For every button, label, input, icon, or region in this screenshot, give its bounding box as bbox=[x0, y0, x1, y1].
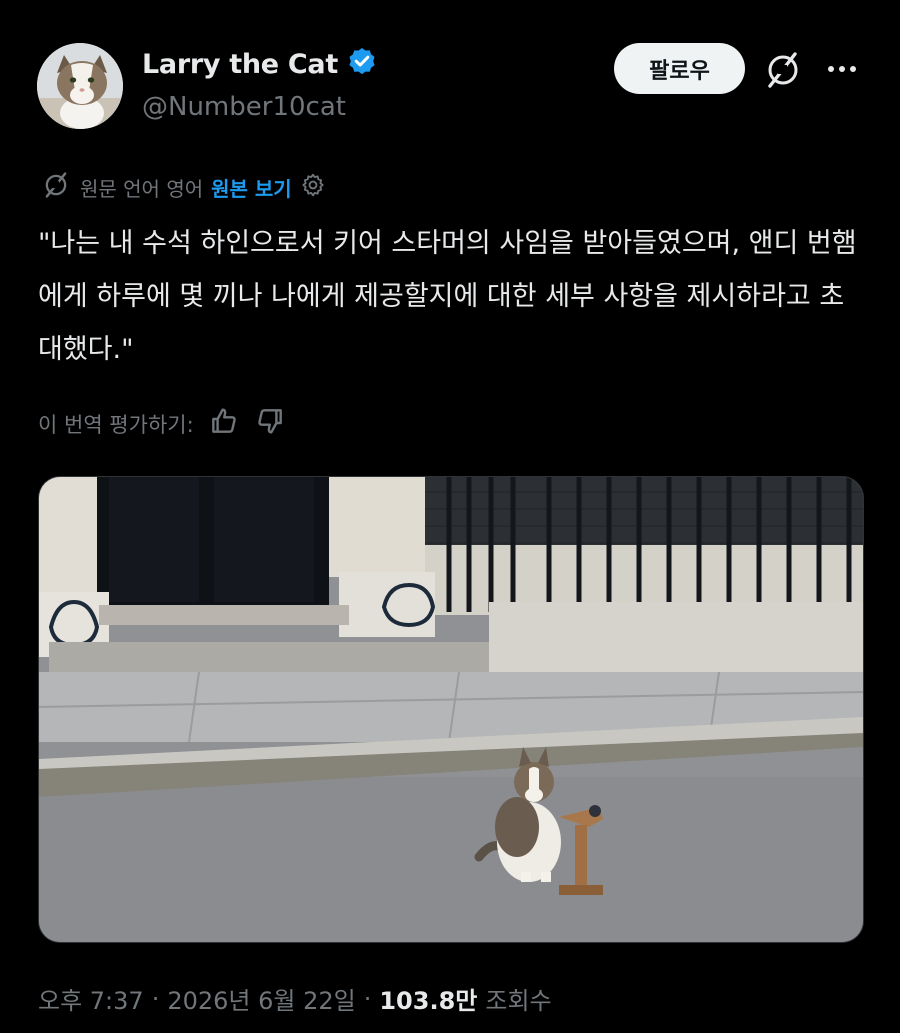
verified-badge-icon bbox=[346, 46, 378, 82]
user-name-row[interactable]: Larry the Cat bbox=[142, 46, 378, 82]
more-icon[interactable] bbox=[824, 54, 860, 84]
views-label: 조회수 bbox=[485, 987, 552, 1015]
tweet-date[interactable]: 2026년 6월 22일 bbox=[167, 981, 355, 1016]
avatar[interactable] bbox=[37, 43, 123, 129]
grok-icon[interactable] bbox=[762, 49, 804, 91]
user-handle[interactable]: @Number10cat bbox=[142, 92, 346, 122]
tweet-media-image[interactable] bbox=[38, 476, 864, 943]
tweet-meta: 오후 7:37 · 2026년 6월 22일 · 103.8만 조회수 bbox=[38, 981, 552, 1016]
tweet-text: "나는 내 수석 하인으로서 키어 스타머의 사임을 받아들였으며, 앤디 번햄… bbox=[38, 228, 857, 365]
downing-street-cat-photo bbox=[39, 477, 863, 942]
meta-separator: · bbox=[363, 984, 372, 1013]
translation-source-label: 원문 언어 영어 bbox=[80, 176, 204, 201]
rate-translation-row: 이 번역 평가하기: bbox=[38, 405, 286, 442]
show-original-link[interactable]: 원본 보기 bbox=[211, 173, 292, 202]
thumbs-down-icon[interactable] bbox=[254, 405, 286, 442]
meta-separator: · bbox=[151, 984, 160, 1013]
views-count: 103.8만 bbox=[379, 987, 478, 1015]
cat-avatar-image bbox=[37, 43, 123, 129]
thumbs-up-icon[interactable] bbox=[208, 405, 240, 442]
follow-button[interactable]: 팔로우 bbox=[614, 43, 745, 94]
translation-info-row: 원문 언어 영어 원본 보기 bbox=[40, 170, 326, 204]
user-name[interactable]: Larry the Cat bbox=[142, 49, 338, 80]
tweet-time[interactable]: 오후 7:37 bbox=[38, 981, 144, 1016]
rate-translation-label: 이 번역 평가하기: bbox=[38, 412, 194, 437]
grok-translate-icon bbox=[40, 169, 72, 206]
gear-icon[interactable] bbox=[300, 172, 326, 203]
